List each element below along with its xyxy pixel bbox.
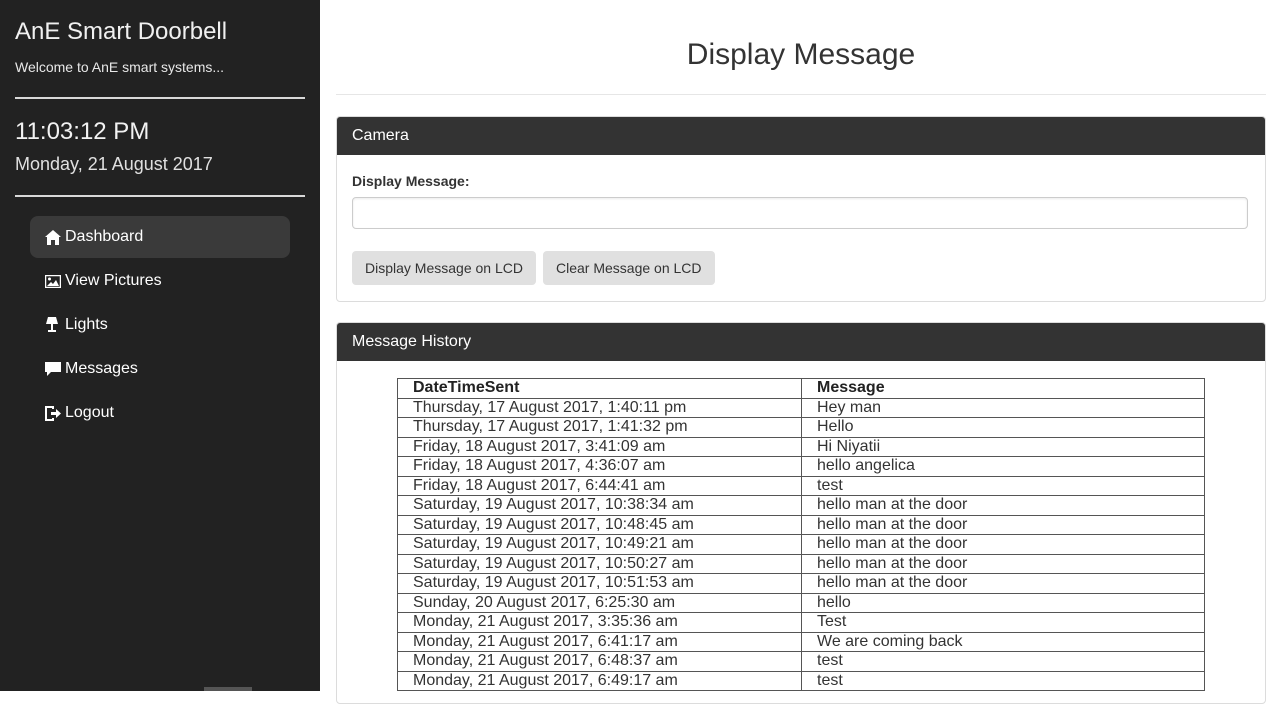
cell-message: Hello [801,417,1205,438]
sidebar-item-label: Logout [65,404,114,421]
table-row: Monday, 21 August 2017, 6:41:17 am We are… [397,631,1205,652]
table-row: Sunday, 20 August 2017, 6:25:30 am hello [397,592,1205,613]
cell-message: hello man at the door [801,573,1205,594]
cell-datetime: Monday, 21 August 2017, 6:49:17 am [397,670,802,691]
cell-datetime: Monday, 21 August 2017, 3:35:36 am [397,612,802,633]
table-header-row: DateTimeSent Message [397,378,1205,399]
sidebar-nav: Dashboard View Pictures Lights Messages … [30,216,290,436]
sidebar-item-label: Lights [65,316,108,333]
cell-datetime: Sunday, 20 August 2017, 6:25:30 am [397,592,802,613]
brand-title: AnE Smart Doorbell [15,18,228,45]
cell-datetime: Saturday, 19 August 2017, 10:51:53 am [397,573,802,594]
cell-message: hello man at the door [801,495,1205,516]
sidebar-item-logout[interactable]: Logout [30,392,290,434]
cell-datetime: Monday, 21 August 2017, 6:41:17 am [397,631,802,652]
title-divider [336,94,1266,95]
home-icon [45,229,63,245]
table-row: Friday, 18 August 2017, 6:44:41 am test [397,475,1205,496]
sidebar-divider [15,97,305,99]
table-row: Saturday, 19 August 2017, 10:51:53 am hel… [397,573,1205,594]
cell-message: test [801,475,1205,496]
column-header-datetime: DateTimeSent [397,378,802,399]
message-history-heading: Message History [337,323,1265,361]
cell-datetime: Saturday, 19 August 2017, 10:50:27 am [397,553,802,574]
display-message-input[interactable] [352,197,1248,229]
sidebar-item-dashboard[interactable]: Dashboard [30,216,290,258]
cell-message: Test [801,612,1205,633]
table-row: Friday, 18 August 2017, 4:36:07 am hello … [397,456,1205,477]
cell-message: We are coming back [801,631,1205,652]
cell-datetime: Saturday, 19 August 2017, 10:38:34 am [397,495,802,516]
cell-message: Hey man [801,397,1205,418]
display-message-label: Display Message: [352,173,470,189]
column-header-message: Message [801,378,1205,399]
table-row: Thursday, 17 August 2017, 1:41:32 pm Hell… [397,417,1205,438]
table-row: Saturday, 19 August 2017, 10:49:21 am hel… [397,534,1205,555]
cell-message: hello man at the door [801,553,1205,574]
cell-datetime: Saturday, 19 August 2017, 10:48:45 am [397,514,802,535]
cell-message: test [801,670,1205,691]
cell-datetime: Thursday, 17 August 2017, 1:40:11 pm [397,397,802,418]
display-message-button[interactable]: Display Message on LCD [352,251,536,285]
logout-icon [45,405,63,421]
sidebar-divider [15,195,305,197]
message-history-panel: Message History DateTimeSent Message Thu… [336,322,1266,704]
table-row: Thursday, 17 August 2017, 1:40:11 pm Hey … [397,397,1205,418]
cell-datetime: Friday, 18 August 2017, 4:36:07 am [397,456,802,477]
cell-message: hello angelica [801,456,1205,477]
cell-message: hello man at the door [801,514,1205,535]
cell-datetime: Saturday, 19 August 2017, 10:49:21 am [397,534,802,555]
table-row: Monday, 21 August 2017, 3:35:36 am Test [397,612,1205,633]
table-row: Monday, 21 August 2017, 6:49:17 am test [397,670,1205,691]
sidebar-item-label: Messages [65,360,138,377]
picture-icon [45,273,63,289]
cell-message: hello [801,592,1205,613]
message-history-body: Thursday, 17 August 2017, 1:40:11 pm Hey … [397,397,1205,691]
cell-datetime: Thursday, 17 August 2017, 1:41:32 pm [397,417,802,438]
sidebar-item-messages[interactable]: Messages [30,348,290,390]
camera-panel: Camera Display Message: Display Message … [336,116,1266,302]
brand-subtitle: Welcome to AnE smart systems... [15,59,225,75]
cell-message: test [801,651,1205,672]
clock-time: 11:03:12 PM [15,118,150,145]
clear-message-button[interactable]: Clear Message on LCD [543,251,715,285]
sidebar-item-view-pictures[interactable]: View Pictures [30,260,290,302]
table-row: Friday, 18 August 2017, 3:41:09 am Hi Niy… [397,436,1205,457]
cell-datetime: Friday, 18 August 2017, 3:41:09 am [397,436,802,457]
comment-icon [45,361,63,377]
cell-message: hello man at the door [801,534,1205,555]
camera-panel-heading: Camera [337,117,1265,155]
sidebar: AnE Smart Doorbell Welcome to AnE smart … [0,0,320,691]
lamp-icon [45,317,63,333]
clock-date: Monday, 21 August 2017 [15,154,213,174]
table-row: Saturday, 19 August 2017, 10:50:27 am hel… [397,553,1205,574]
cell-datetime: Monday, 21 August 2017, 6:48:37 am [397,651,802,672]
sidebar-item-label: Dashboard [65,228,144,245]
page-title: Display Message [686,38,916,71]
table-row: Saturday, 19 August 2017, 10:38:34 am hel… [397,495,1205,516]
cell-datetime: Friday, 18 August 2017, 6:44:41 am [397,475,802,496]
table-row: Monday, 21 August 2017, 6:48:37 am test [397,651,1205,672]
cell-message: Hi Niyatii [801,436,1205,457]
scroll-indicator [204,687,252,691]
sidebar-item-label: View Pictures [65,272,162,289]
message-history-table: DateTimeSent Message Thursday, 17 August… [397,378,1205,691]
sidebar-item-lights[interactable]: Lights [30,304,290,346]
table-row: Saturday, 19 August 2017, 10:48:45 am hel… [397,514,1205,535]
